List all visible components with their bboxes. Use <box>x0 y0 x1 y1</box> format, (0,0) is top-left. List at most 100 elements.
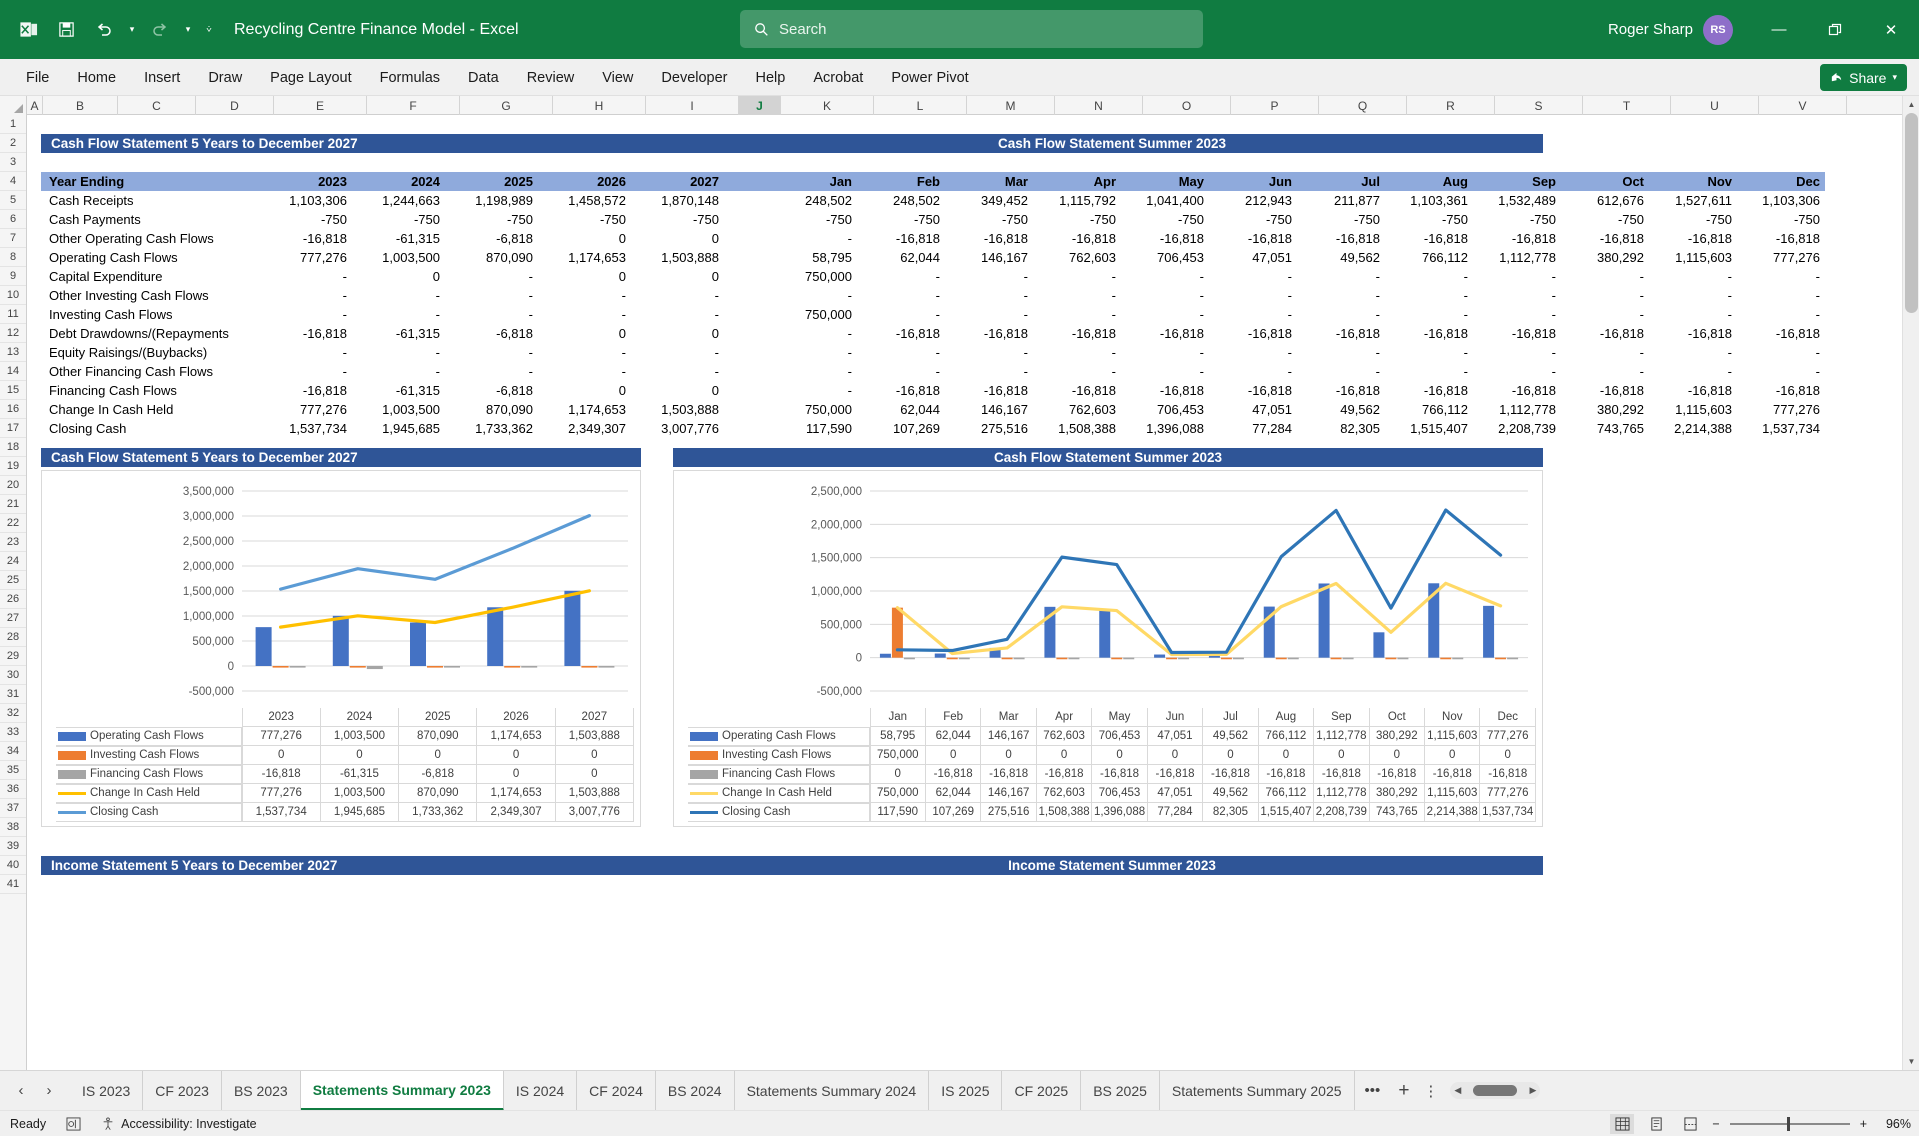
vertical-scrollbar[interactable]: ▲ ▼ <box>1902 96 1919 1070</box>
row-header-9[interactable]: 9 <box>0 267 26 286</box>
row-header-3[interactable]: 3 <box>0 153 26 172</box>
row-header-39[interactable]: 39 <box>0 837 26 856</box>
scroll-up-icon[interactable]: ▲ <box>1903 96 1919 113</box>
undo-icon[interactable] <box>86 12 122 48</box>
sheet-tab-is-2024[interactable]: IS 2024 <box>504 1071 577 1111</box>
column-header-l[interactable]: L <box>874 96 967 115</box>
close-icon[interactable]: ✕ <box>1863 0 1919 59</box>
search-box[interactable]: Search <box>740 10 1203 48</box>
row-header-38[interactable]: 38 <box>0 818 26 837</box>
sheet-tab-is-2023[interactable]: IS 2023 <box>70 1071 143 1111</box>
row-header-33[interactable]: 33 <box>0 723 26 742</box>
normal-view-icon[interactable] <box>1610 1114 1634 1134</box>
select-all-corner[interactable] <box>0 96 27 115</box>
share-dropdown-icon[interactable]: ▾ <box>1892 72 1897 83</box>
zoom-in-icon[interactable]: + <box>1860 1117 1867 1131</box>
row-header-31[interactable]: 31 <box>0 685 26 704</box>
undo-dropdown-icon[interactable]: ▾ <box>124 12 140 48</box>
ribbon-tab-developer[interactable]: Developer <box>647 62 741 95</box>
row-header-14[interactable]: 14 <box>0 362 26 381</box>
column-header-j[interactable]: J <box>739 96 781 115</box>
row-header-6[interactable]: 6 <box>0 210 26 229</box>
annual-cash-flow-chart[interactable]: 3,500,0003,000,0002,500,0002,000,0001,50… <box>41 470 641 827</box>
ribbon-tab-data[interactable]: Data <box>454 62 513 95</box>
ribbon-tab-draw[interactable]: Draw <box>194 62 256 95</box>
row-header-12[interactable]: 12 <box>0 324 26 343</box>
row-header-20[interactable]: 20 <box>0 476 26 495</box>
row-header-17[interactable]: 17 <box>0 419 26 438</box>
row-header-19[interactable]: 19 <box>0 457 26 476</box>
horizontal-scrollbar[interactable]: ◀ ▶ <box>1450 1082 1540 1099</box>
more-sheets-icon[interactable]: ••• <box>1355 1082 1391 1099</box>
column-header-k[interactable]: K <box>781 96 874 115</box>
row-header-22[interactable]: 22 <box>0 514 26 533</box>
row-header-2[interactable]: 2 <box>0 134 26 153</box>
row-header-8[interactable]: 8 <box>0 248 26 267</box>
column-header-e[interactable]: E <box>274 96 367 115</box>
ribbon-tab-power-pivot[interactable]: Power Pivot <box>877 62 982 95</box>
column-header-v[interactable]: V <box>1759 96 1847 115</box>
row-header-11[interactable]: 11 <box>0 305 26 324</box>
sheet-tab-is-2025[interactable]: IS 2025 <box>929 1071 1002 1111</box>
page-layout-view-icon[interactable] <box>1644 1114 1668 1134</box>
column-header-n[interactable]: N <box>1055 96 1143 115</box>
column-header-d[interactable]: D <box>196 96 274 115</box>
row-header-37[interactable]: 37 <box>0 799 26 818</box>
column-header-p[interactable]: P <box>1231 96 1319 115</box>
row-header-25[interactable]: 25 <box>0 571 26 590</box>
row-header-5[interactable]: 5 <box>0 191 26 210</box>
ribbon-tab-formulas[interactable]: Formulas <box>366 62 454 95</box>
page-break-view-icon[interactable] <box>1678 1114 1702 1134</box>
next-sheet-icon[interactable]: › <box>36 1078 62 1104</box>
new-sheet-icon[interactable]: + <box>1390 1080 1417 1102</box>
sheet-tab-statements-summary-2023[interactable]: Statements Summary 2023 <box>301 1071 504 1111</box>
zoom-slider-thumb[interactable] <box>1787 1117 1790 1131</box>
row-header-1[interactable]: 1 <box>0 115 26 134</box>
redo-icon[interactable] <box>142 12 178 48</box>
row-header-35[interactable]: 35 <box>0 761 26 780</box>
row-header-30[interactable]: 30 <box>0 666 26 685</box>
hscroll-left-icon[interactable]: ◀ <box>1454 1085 1461 1096</box>
minimize-icon[interactable]: — <box>1751 0 1807 59</box>
accessibility-status[interactable]: Accessibility: Investigate <box>91 1117 266 1131</box>
column-header-m[interactable]: M <box>967 96 1055 115</box>
ribbon-tab-acrobat[interactable]: Acrobat <box>799 62 877 95</box>
ribbon-tab-review[interactable]: Review <box>513 62 589 95</box>
row-header-16[interactable]: 16 <box>0 400 26 419</box>
ribbon-tab-help[interactable]: Help <box>742 62 800 95</box>
row-header-23[interactable]: 23 <box>0 533 26 552</box>
column-header-h[interactable]: H <box>553 96 646 115</box>
row-header-15[interactable]: 15 <box>0 381 26 400</box>
ribbon-tab-insert[interactable]: Insert <box>130 62 194 95</box>
ribbon-tab-home[interactable]: Home <box>63 62 130 95</box>
sheet-tab-bs-2024[interactable]: BS 2024 <box>656 1071 735 1111</box>
zoom-out-icon[interactable]: − <box>1712 1117 1719 1131</box>
row-header-36[interactable]: 36 <box>0 780 26 799</box>
row-header-41[interactable]: 41 <box>0 875 26 894</box>
sheet-tab-bs-2025[interactable]: BS 2025 <box>1081 1071 1160 1111</box>
sheet-tab-cf-2025[interactable]: CF 2025 <box>1002 1071 1081 1111</box>
row-header-29[interactable]: 29 <box>0 647 26 666</box>
sheet-tab-cf-2023[interactable]: CF 2023 <box>143 1071 222 1111</box>
sheet-options-icon[interactable]: ⋮ <box>1417 1082 1444 1100</box>
column-header-t[interactable]: T <box>1583 96 1671 115</box>
row-header-34[interactable]: 34 <box>0 742 26 761</box>
column-header-o[interactable]: O <box>1143 96 1231 115</box>
restore-icon[interactable] <box>1807 0 1863 59</box>
row-header-40[interactable]: 40 <box>0 856 26 875</box>
row-header-13[interactable]: 13 <box>0 343 26 362</box>
redo-dropdown-icon[interactable]: ▾ <box>180 12 196 48</box>
customize-qat-icon[interactable]: ⩒ <box>198 12 220 48</box>
previous-sheet-icon[interactable]: ‹ <box>8 1078 34 1104</box>
column-header-c[interactable]: C <box>118 96 196 115</box>
sheet-stats-icon[interactable] <box>56 1117 91 1131</box>
ribbon-tab-view[interactable]: View <box>588 62 647 95</box>
sheet-tab-statements-summary-2024[interactable]: Statements Summary 2024 <box>735 1071 930 1111</box>
hscroll-right-icon[interactable]: ▶ <box>1530 1085 1537 1096</box>
sheet-tab-bs-2023[interactable]: BS 2023 <box>222 1071 301 1111</box>
row-header-27[interactable]: 27 <box>0 609 26 628</box>
sheet-tab-cf-2024[interactable]: CF 2024 <box>577 1071 656 1111</box>
row-header-28[interactable]: 28 <box>0 628 26 647</box>
column-header-i[interactable]: I <box>646 96 739 115</box>
ribbon-tab-page-layout[interactable]: Page Layout <box>256 62 365 95</box>
